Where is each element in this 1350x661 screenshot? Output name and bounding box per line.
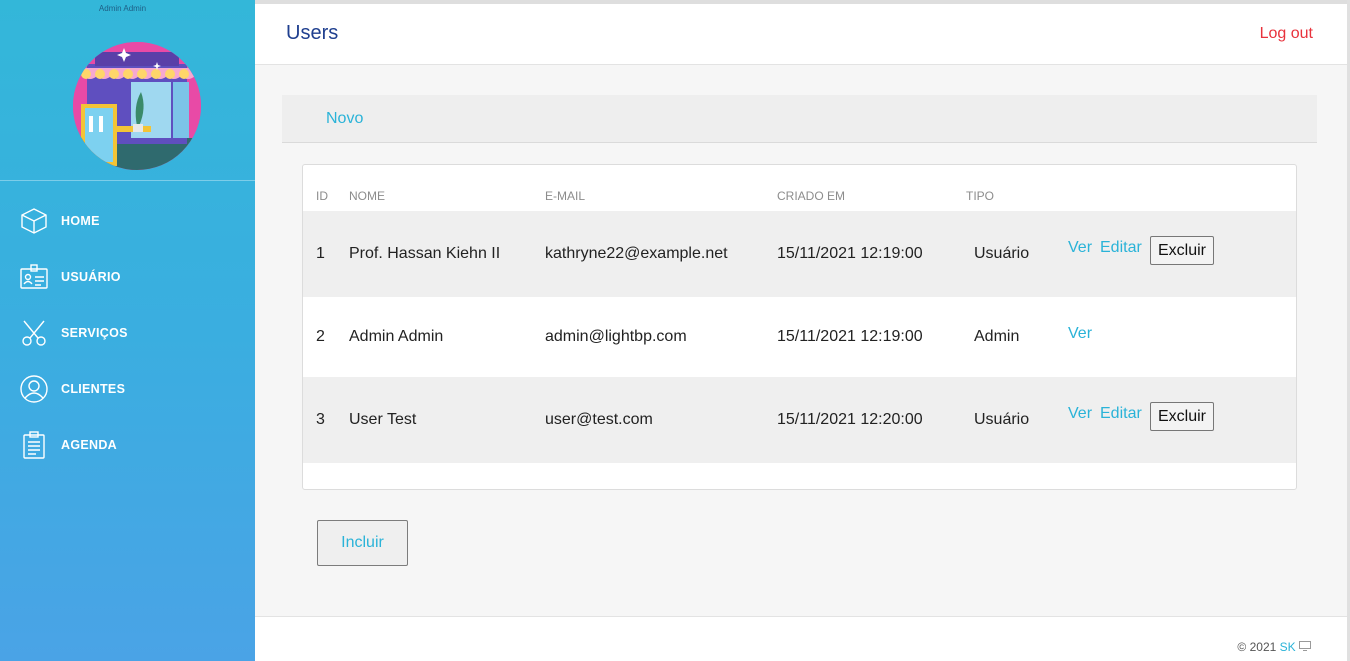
action-bar: Novo bbox=[282, 95, 1317, 143]
ver-link[interactable]: Ver bbox=[1068, 405, 1092, 423]
cell-created: 15/11/2021 12:19:00 bbox=[777, 245, 923, 262]
users-table: ID NOME E-MAIL CRIADO EM TIPO 1 Prof. Ha… bbox=[302, 164, 1297, 490]
cell-type: Usuário bbox=[974, 411, 1030, 428]
cell-email: user@test.com bbox=[545, 411, 653, 428]
sidebar-item-label: USUÁRIO bbox=[61, 270, 121, 284]
cell-type: Admin bbox=[974, 328, 1020, 345]
clipboard-icon bbox=[20, 431, 48, 459]
cell-id: 1 bbox=[316, 245, 325, 262]
copyright-text: © 2021 bbox=[1237, 640, 1277, 654]
sidebar-item-label: SERVIÇOS bbox=[61, 326, 128, 340]
sidebar-item-clientes[interactable]: CLIENTES bbox=[0, 361, 255, 417]
cell-name: User Test bbox=[349, 411, 417, 428]
table-row: 3 User Test user@test.com 15/11/2021 12:… bbox=[303, 377, 1296, 463]
ver-link[interactable]: Ver bbox=[1068, 239, 1092, 257]
cell-name: Prof. Hassan Kiehn II bbox=[349, 245, 501, 262]
sidebar-item-usuario[interactable]: USUÁRIO bbox=[0, 249, 255, 305]
sidebar-item-label: HOME bbox=[61, 214, 100, 228]
shop-logo bbox=[73, 42, 201, 170]
sidebar-nav: HOME USUÁRIO SERVIÇOS CLIENTES AGENDA bbox=[0, 193, 255, 473]
scissors-icon bbox=[20, 319, 48, 347]
table-header: ID NOME E-MAIL CRIADO EM TIPO bbox=[303, 189, 1296, 211]
copyright: © 2021 SK bbox=[1237, 640, 1311, 654]
sidebar-item-servicos[interactable]: SERVIÇOS bbox=[0, 305, 255, 361]
brand-link[interactable]: SK bbox=[1280, 640, 1296, 654]
incluir-button[interactable]: Incluir bbox=[317, 520, 408, 566]
monitor-icon bbox=[1299, 640, 1311, 654]
cell-type: Usuário bbox=[974, 245, 1030, 262]
table-row: 1 Prof. Hassan Kiehn II kathryne22@examp… bbox=[303, 211, 1296, 297]
page-title: Users bbox=[286, 22, 339, 44]
ver-link[interactable]: Ver bbox=[1068, 325, 1092, 343]
sidebar-divider bbox=[0, 180, 255, 181]
table-row: 2 Admin Admin admin@lightbp.com 15/11/20… bbox=[303, 297, 1296, 377]
excluir-button[interactable]: Excluir bbox=[1150, 402, 1215, 431]
cell-created: 15/11/2021 12:19:00 bbox=[777, 328, 923, 345]
sidebar-user-name: Admin Admin bbox=[98, 4, 147, 13]
cube-icon bbox=[20, 207, 48, 235]
id-card-icon bbox=[20, 263, 48, 291]
cell-id: 2 bbox=[316, 328, 325, 345]
column-header-criado-em: CRIADO EM bbox=[777, 189, 846, 203]
editar-link[interactable]: Editar bbox=[1100, 239, 1142, 257]
sidebar-item-label: AGENDA bbox=[61, 438, 117, 452]
cell-email: admin@lightbp.com bbox=[545, 328, 687, 345]
column-header-id: ID bbox=[316, 189, 328, 203]
excluir-button[interactable]: Excluir bbox=[1150, 236, 1215, 265]
sidebar: Admin Admin HOME USUÁRIO SERVIÇOS CLIENT… bbox=[0, 0, 255, 661]
sidebar-item-agenda[interactable]: AGENDA bbox=[0, 417, 255, 473]
editar-link[interactable]: Editar bbox=[1100, 405, 1142, 423]
column-header-nome: NOME bbox=[349, 189, 385, 203]
novo-link[interactable]: Novo bbox=[326, 110, 363, 128]
cell-name: Admin Admin bbox=[349, 328, 444, 345]
sidebar-item-home[interactable]: HOME bbox=[0, 193, 255, 249]
cell-created: 15/11/2021 12:20:00 bbox=[777, 411, 923, 428]
logout-link[interactable]: Log out bbox=[1260, 25, 1313, 43]
footer: © 2021 SK bbox=[255, 616, 1347, 661]
cell-id: 3 bbox=[316, 411, 325, 428]
cell-email: kathryne22@example.net bbox=[545, 245, 728, 262]
column-header-tipo: TIPO bbox=[966, 189, 995, 203]
user-circle-icon bbox=[20, 375, 48, 403]
sidebar-item-label: CLIENTES bbox=[61, 382, 126, 396]
column-header-email: E-MAIL bbox=[545, 189, 586, 203]
header: Users Log out bbox=[255, 4, 1347, 65]
